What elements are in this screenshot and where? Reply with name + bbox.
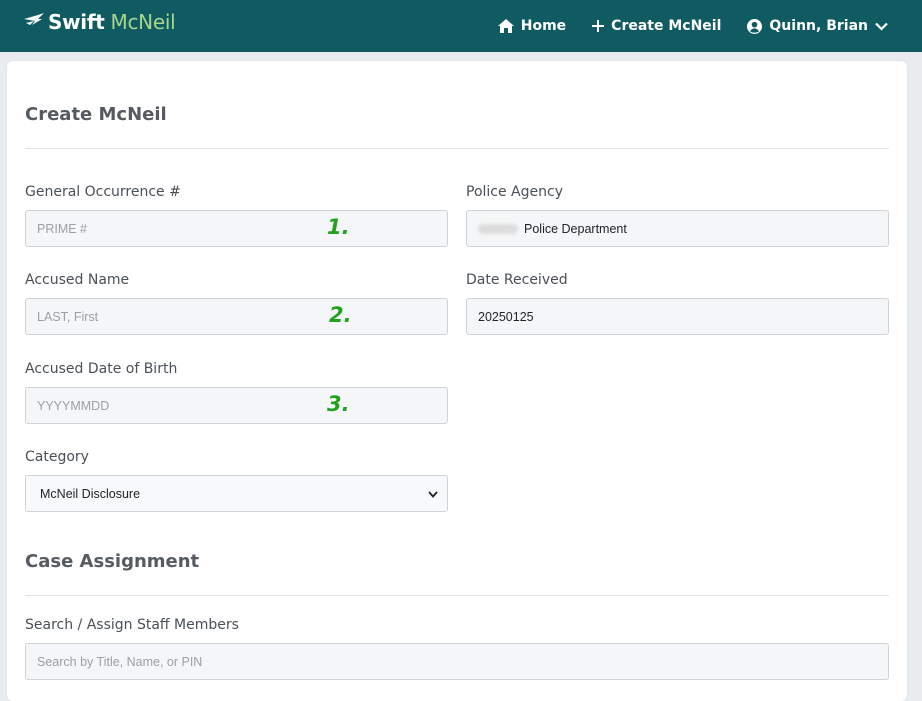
chevron-down-icon: [875, 22, 888, 31]
date-received-value: 20250125: [478, 309, 534, 324]
case-assignment-divider: [25, 595, 889, 596]
plus-icon: [592, 20, 605, 32]
staff-search-input[interactable]: [25, 643, 889, 680]
brand-logo[interactable]: Swift McNeil: [24, 10, 176, 34]
nav-create-link[interactable]: Create McNeil: [592, 18, 721, 34]
select-chevron-icon: [428, 487, 438, 501]
occurrence-label: General Occurrence #: [25, 184, 181, 200]
agency-value: Police Department: [524, 221, 627, 236]
brand-mcneil-text: McNeil: [110, 10, 176, 34]
category-selected-value: McNeil Disclosure: [40, 486, 141, 501]
nav-create-label: Create McNeil: [611, 18, 722, 34]
brand-swift-text: Swift: [48, 10, 105, 34]
nav-home-link[interactable]: Home: [497, 18, 567, 34]
user-menu-dropdown[interactable]: Quinn, Brian: [747, 18, 888, 34]
agency-field: Police Department: [466, 210, 889, 247]
accused-name-input[interactable]: [25, 298, 448, 335]
user-name-label: Quinn, Brian: [769, 18, 868, 34]
date-received-field[interactable]: 20250125: [466, 298, 889, 335]
occurrence-input[interactable]: [25, 210, 448, 247]
accused-name-label: Accused Name: [25, 272, 130, 288]
date-received-label: Date Received: [466, 272, 568, 288]
user-circle-icon: [747, 18, 763, 34]
create-form-card: Create McNeil General Occurrence # 1. Po…: [7, 61, 907, 701]
nav-menu: Home Create McNeil Quinn, Brian: [497, 0, 888, 52]
category-label: Category: [25, 449, 89, 465]
dob-input[interactable]: [25, 387, 448, 424]
dob-label: Accused Date of Birth: [25, 361, 178, 377]
title-divider: [25, 148, 889, 149]
home-icon: [497, 19, 514, 33]
agency-label: Police Agency: [466, 184, 563, 200]
page-title: Create McNeil: [25, 104, 167, 125]
category-select[interactable]: McNeil Disclosure: [25, 475, 448, 512]
staff-search-label: Search / Assign Staff Members: [25, 617, 239, 633]
nav-home-label: Home: [520, 18, 567, 34]
case-assignment-title: Case Assignment: [25, 551, 200, 572]
top-navbar: Swift McNeil Home Create McNeil Quinn, B…: [0, 0, 922, 52]
redacted-agency-name: [478, 223, 518, 234]
bird-logo-icon: [24, 10, 44, 34]
